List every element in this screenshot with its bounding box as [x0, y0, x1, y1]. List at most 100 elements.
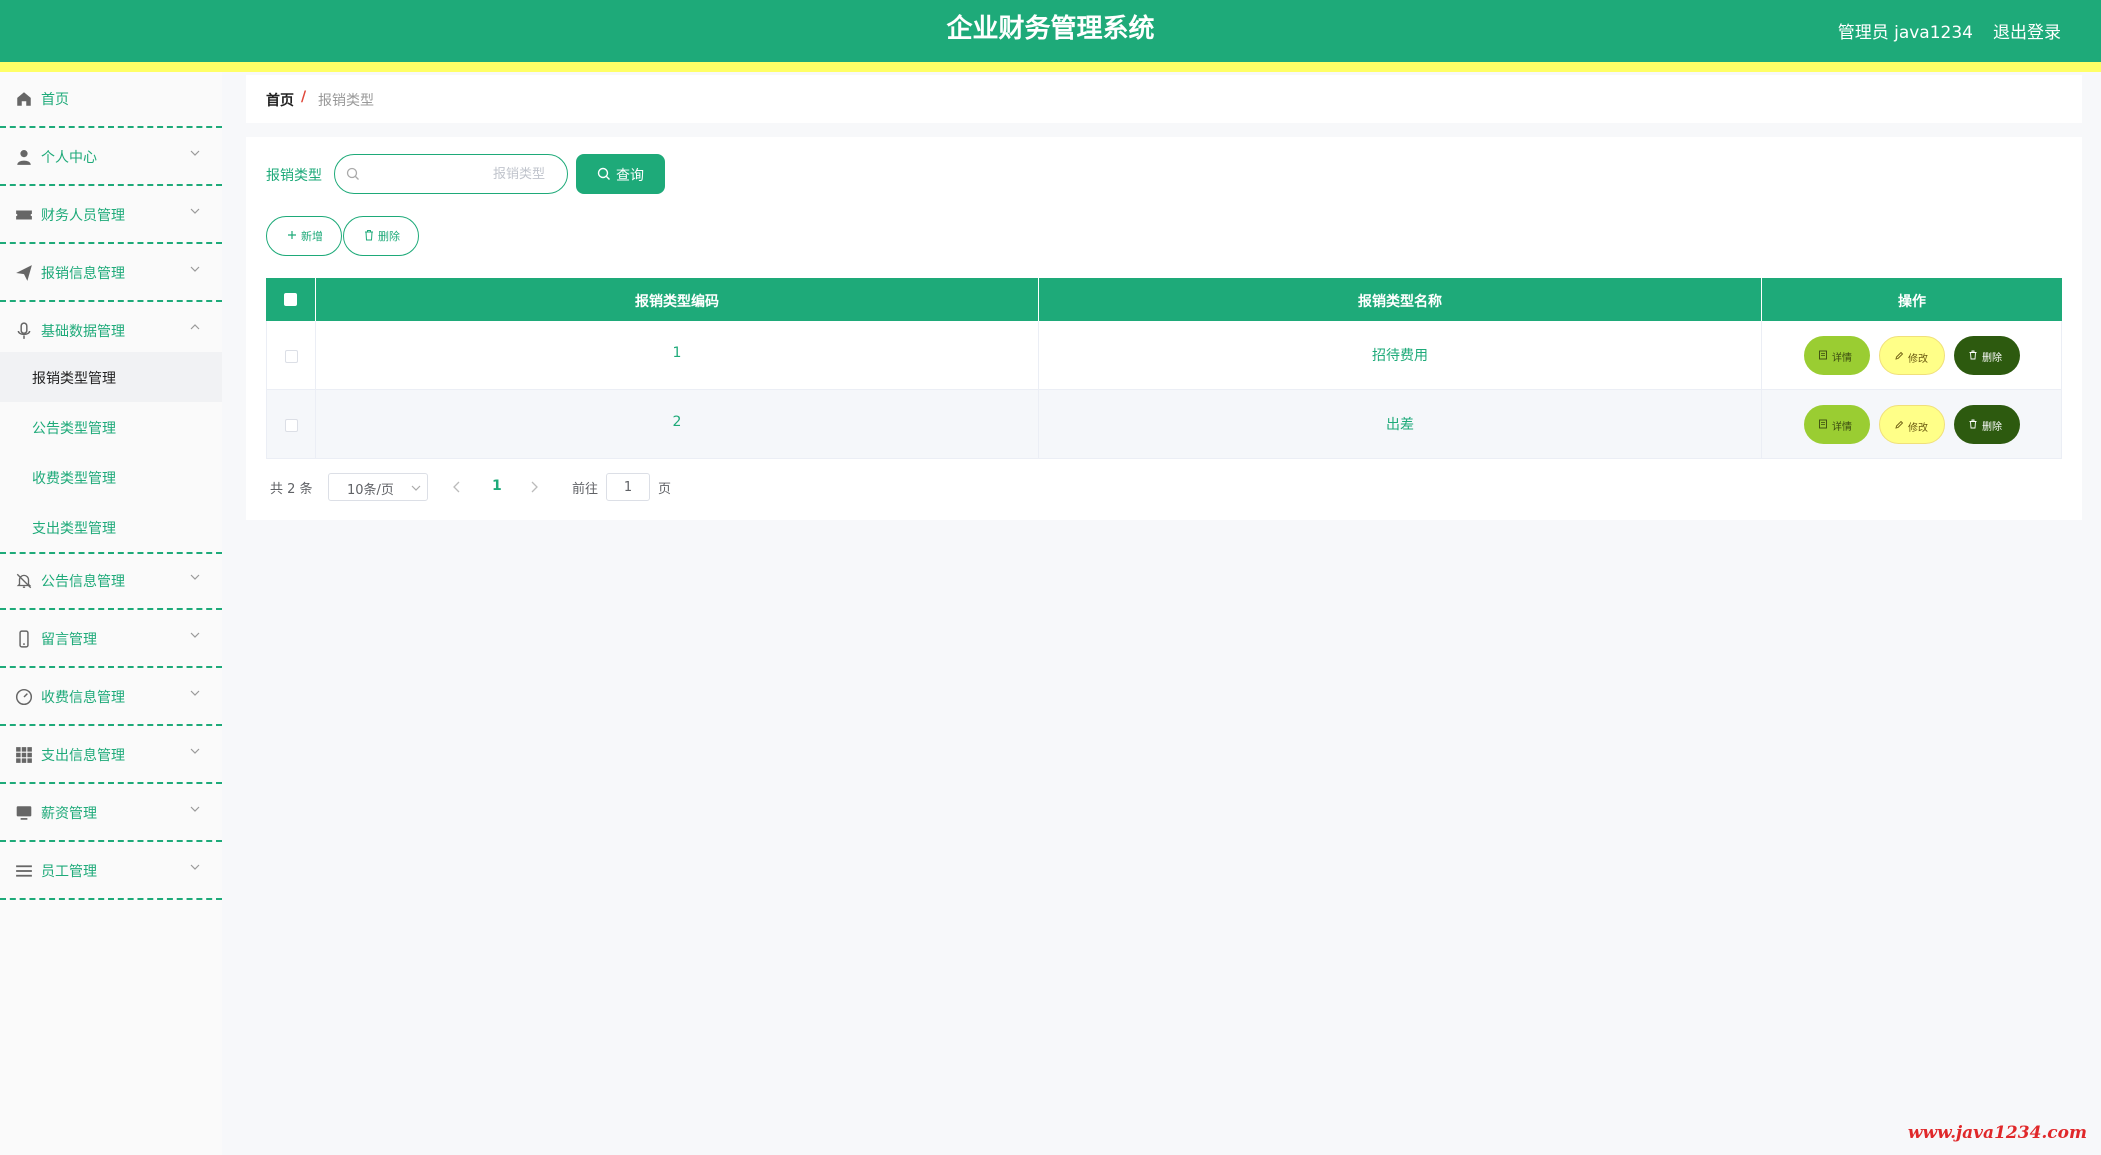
add-button-label: 新增 — [301, 230, 323, 243]
detail-label: 详情 — [1832, 422, 1852, 433]
site-watermark: www.java1234.com — [1907, 1123, 2087, 1143]
cell-name: 出差 — [1386, 417, 1414, 433]
sidebar-subitem-label: 支出类型管理 — [32, 521, 116, 537]
sidebar: 首页 个人中心 财务人员管理 报销信息管理 基础数据管理 报销类型管理 公告类型… — [0, 72, 222, 1155]
detail-button[interactable]: 详情 — [1804, 405, 1870, 444]
edit-icon — [1895, 351, 1904, 360]
breadcrumb-home[interactable]: 首页 — [266, 90, 294, 110]
sidebar-item-label: 首页 — [41, 92, 69, 108]
chevron-down-icon — [411, 485, 421, 491]
sidebar-item-label: 支出信息管理 — [41, 748, 125, 764]
sidebar-item-expense-info[interactable]: 报销信息管理 — [0, 246, 222, 302]
row-checkbox[interactable] — [285, 350, 298, 363]
row-select-cell — [266, 390, 316, 459]
column-header: 报销类型名称 — [1039, 278, 1762, 321]
query-button-label: 查询 — [616, 168, 644, 184]
sidebar-item-employees[interactable]: 员工管理 — [0, 844, 222, 900]
column-header-label: 报销类型编码 — [635, 294, 719, 310]
sidebar-item-label: 留言管理 — [41, 632, 97, 648]
search-input[interactable] — [365, 161, 545, 187]
page-number[interactable]: 1 — [492, 478, 502, 494]
chevron-down-icon — [190, 864, 200, 870]
microphone-icon — [17, 322, 31, 339]
add-button[interactable]: 新增 — [266, 216, 342, 256]
edit-button[interactable]: 修改 — [1879, 336, 1945, 375]
logout-link[interactable]: 退出登录 — [1993, 18, 2061, 43]
cell-code: 1 — [672, 345, 682, 361]
current-user-label: 管理员 java1234 — [1837, 23, 1973, 43]
edit-label: 修改 — [1908, 354, 1928, 365]
ticket-icon — [16, 210, 32, 220]
search-icon — [597, 167, 610, 180]
chevron-down-icon — [190, 150, 200, 156]
goto-suffix: 页 — [658, 482, 672, 497]
batch-delete-button[interactable]: 删除 — [343, 216, 419, 256]
trash-icon — [1969, 419, 1977, 429]
delete-button[interactable]: 删除 — [1954, 405, 2020, 444]
prev-page-button[interactable] — [450, 479, 464, 495]
chevron-down-icon — [190, 208, 200, 214]
query-button[interactable]: 查询 — [576, 154, 665, 194]
detail-label: 详情 — [1832, 353, 1852, 364]
sidebar-subitem-expense-type[interactable]: 报销类型管理 — [0, 352, 222, 402]
monitor-icon — [16, 806, 32, 820]
sidebar-item-messages[interactable]: 留言管理 — [0, 612, 222, 668]
table-cell: 出差 — [1039, 390, 1762, 459]
column-header-label: 报销类型名称 — [1358, 294, 1442, 310]
header-accent-stripe — [0, 62, 2101, 72]
search-icon — [346, 167, 359, 180]
goto-page-input[interactable] — [606, 473, 650, 501]
actions-cell: 详情 修改 删除 — [1762, 390, 2062, 459]
pagination: 共 2 条 10条/页 1 前往 页 — [266, 473, 766, 501]
page-size-select[interactable]: 10条/页 — [328, 473, 428, 501]
sidebar-item-home[interactable]: 首页 — [0, 72, 222, 128]
delete-button[interactable]: 删除 — [1954, 336, 2020, 375]
sidebar-item-notice-info[interactable]: 公告信息管理 — [0, 554, 222, 610]
table-row: 1 招待费用 详情 修改 删除 — [266, 321, 2062, 390]
table-row: 2 出差 详情 修改 删除 — [266, 390, 2062, 459]
home-icon — [17, 92, 31, 106]
sidebar-item-expenditure-info[interactable]: 支出信息管理 — [0, 728, 222, 784]
table-cell: 2 — [316, 390, 1039, 459]
data-table: 报销类型编码 报销类型名称 操作 1 招待费用 详情 修改 删除 2 出差 详情… — [266, 278, 2062, 460]
list-icon — [16, 865, 32, 877]
cell-name: 招待费用 — [1372, 348, 1428, 364]
gauge-icon — [15, 688, 33, 706]
select-all-checkbox[interactable] — [284, 293, 297, 306]
sidebar-item-label: 薪资管理 — [41, 806, 97, 822]
sidebar-item-profile[interactable]: 个人中心 — [0, 130, 222, 186]
column-header-label: 操作 — [1898, 294, 1926, 310]
edit-button[interactable]: 修改 — [1879, 405, 1945, 444]
sidebar-subitem-label: 收费类型管理 — [32, 471, 116, 487]
sidebar-item-label: 员工管理 — [41, 864, 97, 880]
breadcrumb-current: 报销类型 — [318, 93, 374, 109]
sidebar-item-finance-staff[interactable]: 财务人员管理 — [0, 188, 222, 244]
sidebar-subitem-expenditure-type[interactable]: 支出类型管理 — [0, 502, 222, 554]
row-checkbox[interactable] — [285, 419, 298, 432]
grid-icon — [16, 747, 32, 763]
table-cell: 招待费用 — [1039, 321, 1762, 390]
next-page-button[interactable] — [527, 479, 541, 495]
sidebar-subitem-fee-type[interactable]: 收费类型管理 — [0, 452, 222, 502]
document-icon — [1819, 350, 1827, 360]
send-icon — [16, 265, 32, 281]
sidebar-item-label: 个人中心 — [41, 150, 97, 166]
sidebar-item-fee-info[interactable]: 收费信息管理 — [0, 670, 222, 726]
detail-button[interactable]: 详情 — [1804, 336, 1870, 375]
search-box — [334, 154, 568, 194]
cell-code: 2 — [672, 414, 682, 430]
batch-delete-label: 删除 — [378, 230, 400, 243]
sidebar-subitem-label: 报销类型管理 — [32, 371, 116, 387]
sidebar-item-salary[interactable]: 薪资管理 — [0, 786, 222, 842]
app-title: 企业财务管理系统 — [946, 14, 1155, 44]
phone-icon — [19, 630, 29, 648]
search-label: 报销类型 — [266, 168, 322, 184]
chevron-down-icon — [190, 574, 200, 580]
trash-icon — [365, 230, 373, 241]
chevron-down-icon — [190, 806, 200, 812]
column-header: 报销类型编码 — [316, 278, 1039, 321]
sidebar-subitem-notice-type[interactable]: 公告类型管理 — [0, 402, 222, 452]
column-header: 操作 — [1762, 278, 2062, 321]
document-icon — [1819, 419, 1827, 429]
plus-icon — [288, 231, 296, 239]
